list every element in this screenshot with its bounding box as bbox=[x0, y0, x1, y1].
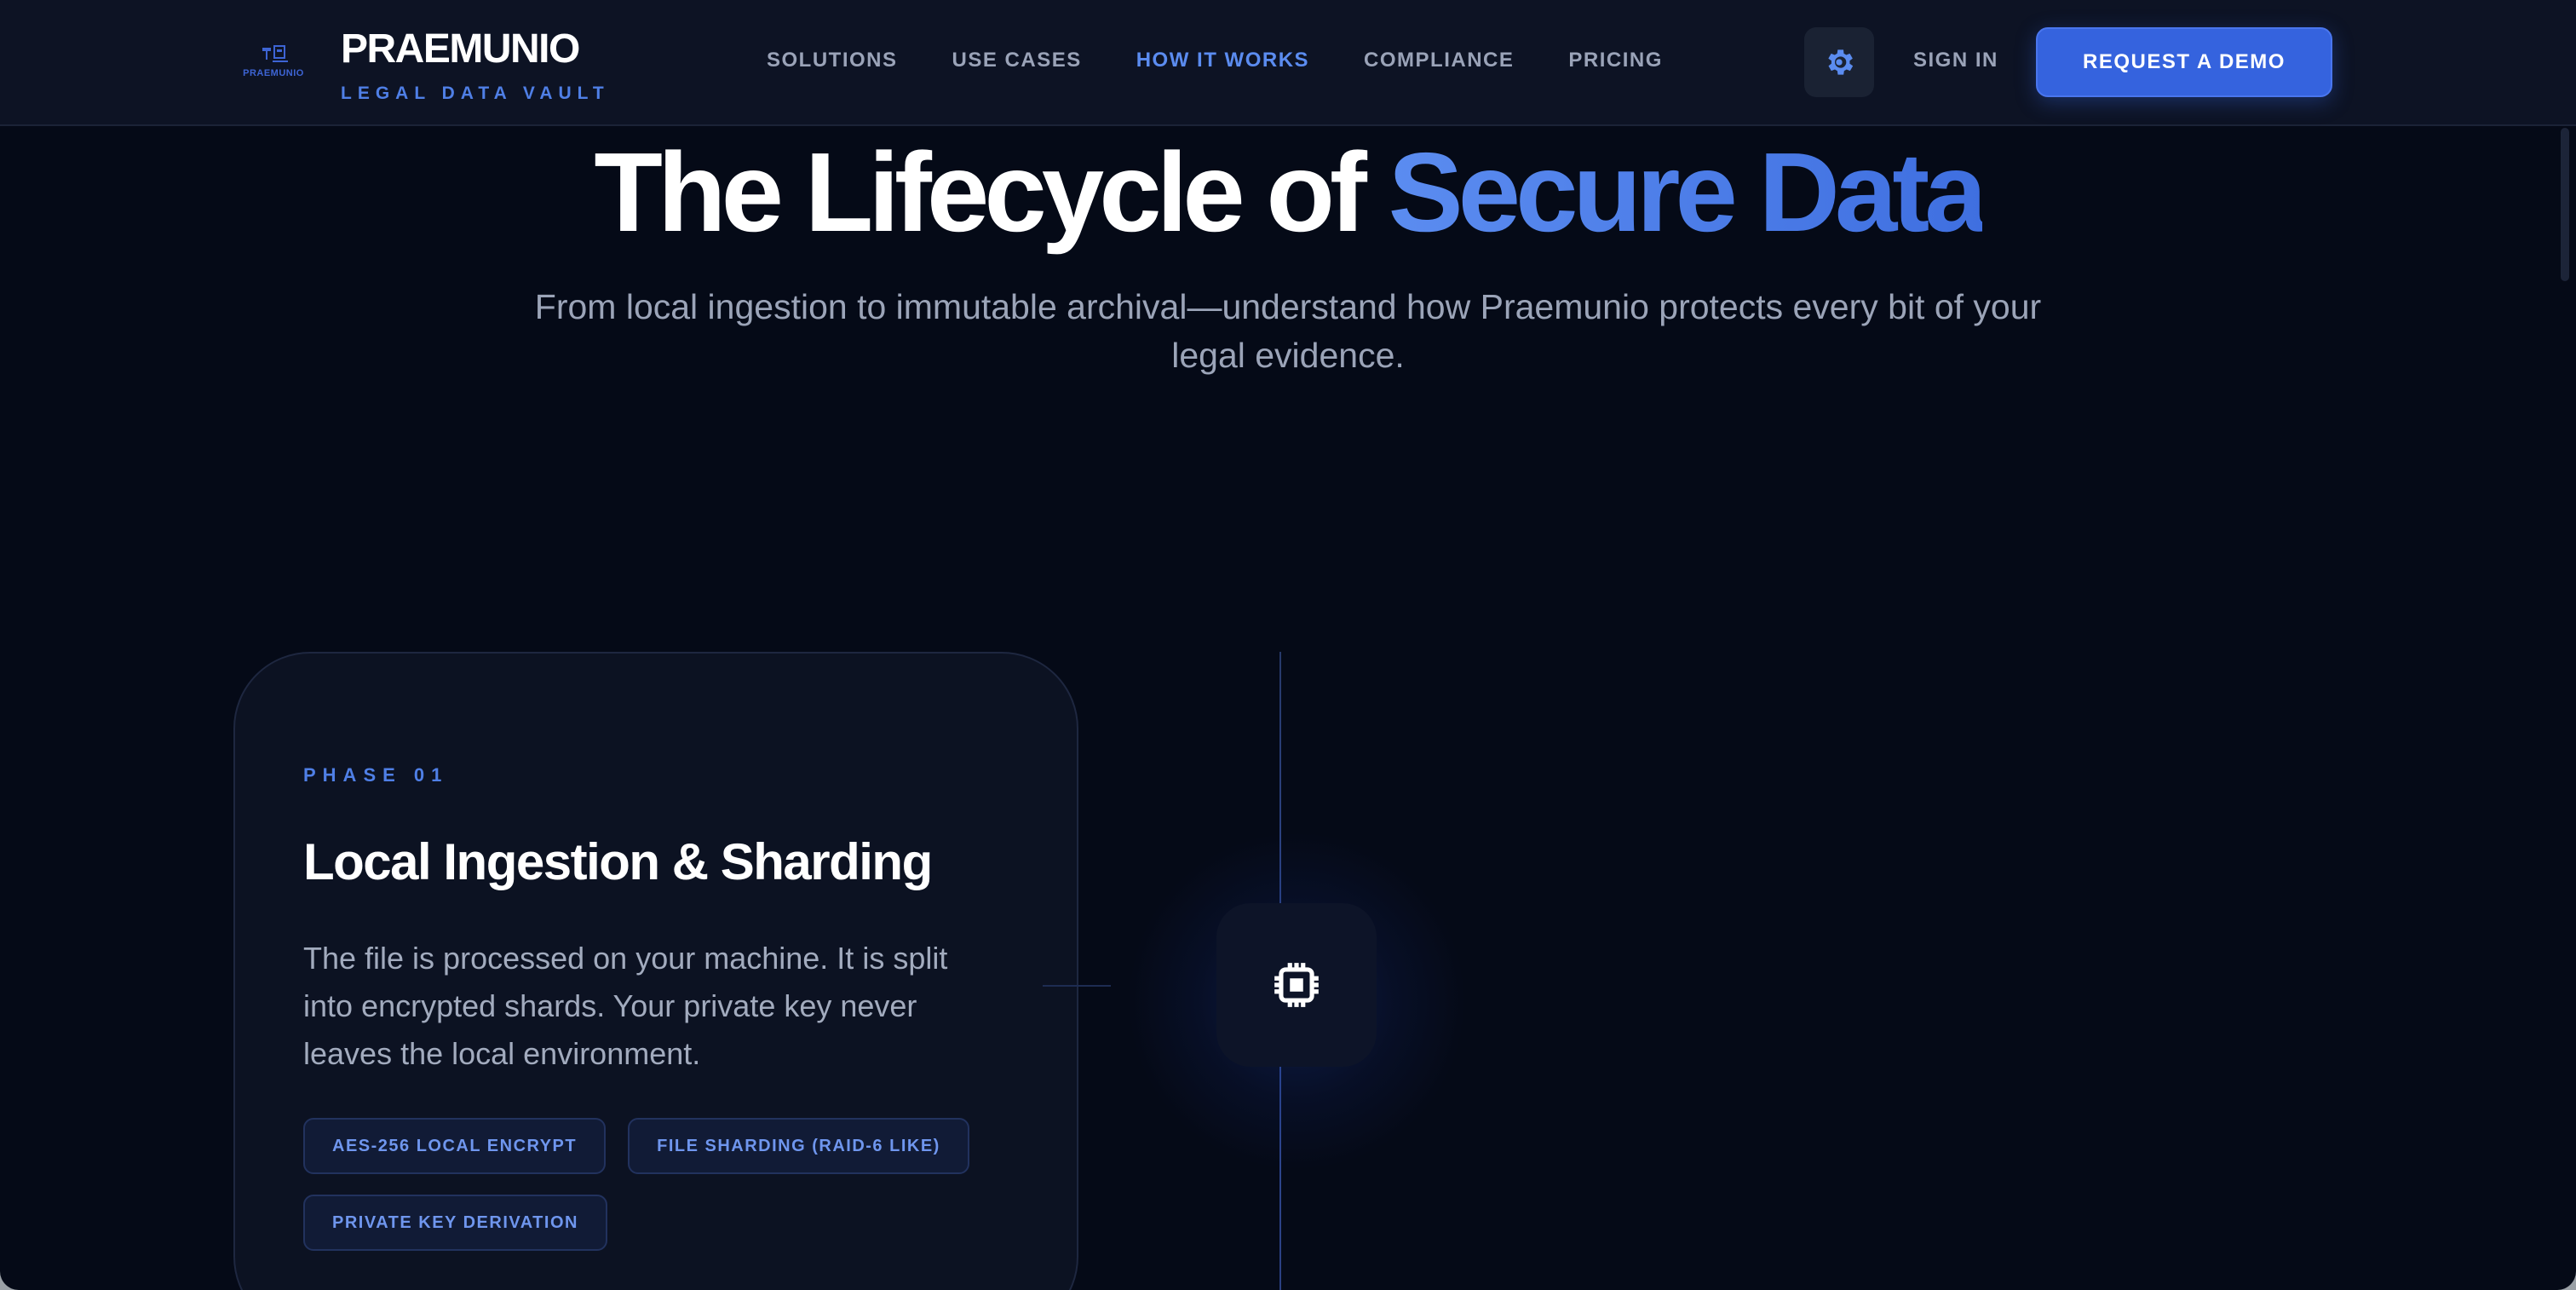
request-demo-button[interactable]: REQUEST A DEMO bbox=[2036, 27, 2332, 97]
nav-link-how-it-works[interactable]: HOW IT WORKS bbox=[1136, 49, 1309, 72]
brand-name[interactable]: PRAEMUNIO bbox=[341, 26, 580, 72]
logo-icon bbox=[262, 45, 288, 62]
hero-title-accent: Secure Data bbox=[1388, 130, 1987, 255]
hero-title: The Lifecycle of Secure Data bbox=[0, 136, 2576, 249]
hero-subtitle: From local ingestion to immutable archiv… bbox=[534, 287, 2042, 375]
browser-viewport: PRAEMUNIO PRAEMUNIO LEGAL DATA VAULT SOL… bbox=[0, 0, 2576, 1290]
timeline-connector bbox=[1043, 985, 1111, 987]
phase-tags: AES-256 LOCAL ENCRYPT FILE SHARDING (RAI… bbox=[303, 1118, 1019, 1251]
tag-private-key: PRIVATE KEY DERIVATION bbox=[303, 1195, 607, 1251]
brand-tagline: LEGAL DATA VAULT bbox=[341, 84, 610, 103]
nav-link-solutions[interactable]: SOLUTIONS bbox=[767, 49, 898, 72]
scrollbar-thumb[interactable] bbox=[2561, 128, 2569, 281]
sign-in-link[interactable]: SIGN IN bbox=[1913, 49, 1998, 72]
nav-link-pricing[interactable]: PRICING bbox=[1568, 49, 1663, 72]
phase-description: The file is processed on your machine. I… bbox=[303, 941, 948, 1071]
logo-mark[interactable]: PRAEMUNIO bbox=[235, 43, 312, 82]
phase-title: Local Ingestion & Sharding bbox=[303, 833, 933, 890]
nav-link-compliance[interactable]: COMPLIANCE bbox=[1364, 49, 1514, 72]
logo-mark-text: PRAEMUNIO bbox=[243, 68, 304, 78]
hero-title-plain: The Lifecycle of bbox=[594, 130, 1389, 255]
phase-label: PHASE 01 bbox=[303, 764, 449, 786]
phase-card: PHASE 01 Local Ingestion & Sharding The … bbox=[233, 652, 1078, 1290]
timeline-node bbox=[1216, 903, 1377, 1067]
main-nav: SOLUTIONS USE CASES HOW IT WORKS COMPLIA… bbox=[767, 49, 1663, 72]
tag-file-sharding: FILE SHARDING (RAID-6 LIKE) bbox=[628, 1118, 969, 1174]
theme-settings-button[interactable] bbox=[1804, 27, 1874, 97]
nav-link-use-cases[interactable]: USE CASES bbox=[952, 49, 1082, 72]
top-navbar: PRAEMUNIO PRAEMUNIO LEGAL DATA VAULT SOL… bbox=[0, 0, 2576, 126]
gear-icon bbox=[1828, 49, 1854, 75]
chip-icon bbox=[1274, 963, 1319, 1007]
tag-aes-256: AES-256 LOCAL ENCRYPT bbox=[303, 1118, 607, 1174]
